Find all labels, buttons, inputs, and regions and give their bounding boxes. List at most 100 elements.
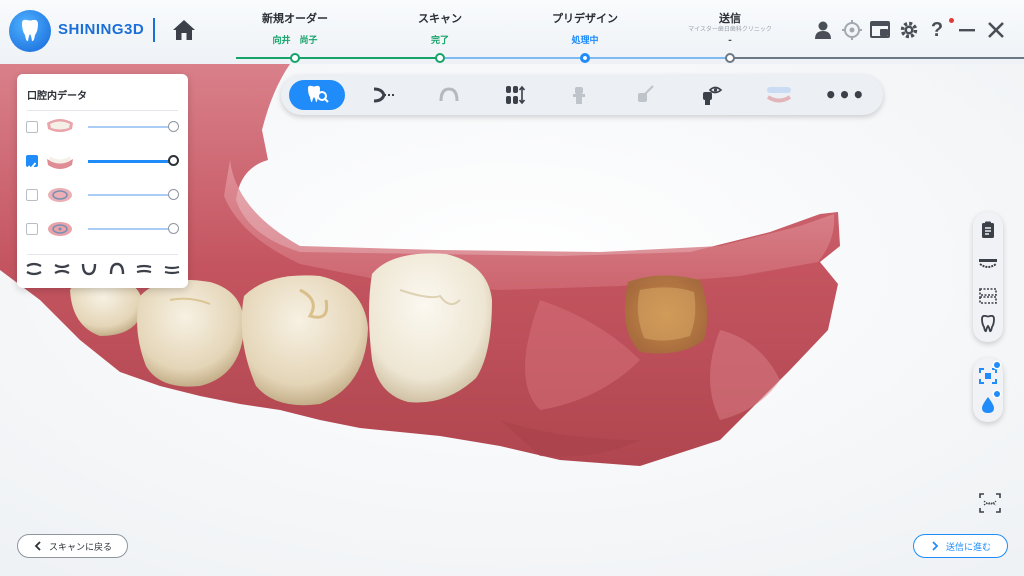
screen-fit-button[interactable] xyxy=(977,490,1003,516)
back-to-scan-button[interactable]: スキャンに戻る xyxy=(17,534,128,558)
layer-checkbox[interactable] xyxy=(26,189,38,201)
logo-divider xyxy=(153,18,155,42)
jaw-view-button[interactable] xyxy=(976,252,1000,276)
layer-row-lower-jaw xyxy=(17,147,188,177)
panel-title: 口腔内データ xyxy=(27,91,87,102)
margin-line-tool-button[interactable] xyxy=(355,80,411,110)
jaw-view-icon xyxy=(979,259,997,268)
logo-tooth-icon xyxy=(9,10,51,52)
auto-align-icon xyxy=(979,368,997,384)
intraoral-data-panel: 口腔内データ xyxy=(17,74,188,288)
right-tool-panel xyxy=(973,212,1003,342)
progress-line-current xyxy=(440,57,585,59)
left-view-icon[interactable] xyxy=(135,262,153,276)
model-tool-button[interactable] xyxy=(751,80,807,110)
step-dot-predesign xyxy=(580,53,590,63)
target-button[interactable] xyxy=(840,18,864,42)
minimize-button[interactable] xyxy=(955,18,979,42)
step-new-order[interactable]: 新規オーダー 向井 尚子 xyxy=(230,12,360,47)
bite-view-icon[interactable] xyxy=(53,262,71,276)
tooth-align-tool-button[interactable] xyxy=(487,80,543,110)
next-label: 送信に進む xyxy=(945,542,991,553)
step-title: プリデザイン xyxy=(552,12,618,25)
implant-icon xyxy=(573,87,585,104)
step-scan[interactable]: スキャン 完了 xyxy=(375,12,505,47)
step-dot-scan xyxy=(435,53,445,63)
order-info-button[interactable] xyxy=(976,218,1000,242)
home-icon xyxy=(173,20,195,40)
step-title: 送信 xyxy=(719,12,741,25)
lower-view-icon[interactable] xyxy=(80,262,98,276)
help-button[interactable]: ? xyxy=(925,18,954,42)
close-button[interactable] xyxy=(984,18,1008,42)
help-icon: ? xyxy=(930,18,944,41)
user-button[interactable] xyxy=(811,18,835,42)
tooth-button[interactable] xyxy=(976,312,1000,336)
gear-icon xyxy=(900,21,918,39)
right-auto-panel xyxy=(973,358,1003,422)
lower-jaw-thumbnail-icon xyxy=(47,156,73,169)
step-clinic-name: マイスター歯日歯科クリニック xyxy=(688,26,772,33)
progress-line-done xyxy=(236,57,440,59)
brush-tool-button[interactable] xyxy=(617,80,673,110)
water-drop-icon xyxy=(982,397,994,413)
go-to-send-button[interactable]: 送信に進む xyxy=(913,534,1008,558)
jaw-compare-button[interactable] xyxy=(976,284,1000,308)
layer-row-lower-prep xyxy=(17,215,188,245)
step-title: 新規オーダー xyxy=(262,12,328,25)
step-status: 処理中 xyxy=(571,36,599,46)
upper-jaw-thumbnail-icon xyxy=(47,119,73,132)
step-dot-new-order xyxy=(290,53,300,63)
opacity-slider-track[interactable] xyxy=(88,160,174,163)
opacity-slider-track[interactable] xyxy=(88,194,174,196)
margin-line-icon xyxy=(373,87,394,103)
step-dot-send xyxy=(725,53,735,63)
front-view-icon[interactable] xyxy=(25,262,43,276)
progress-line-tail xyxy=(730,57,1024,59)
layer-row-upper-jaw xyxy=(17,113,188,143)
opacity-slider-track[interactable] xyxy=(88,126,174,128)
implant-tool-button[interactable] xyxy=(551,80,607,110)
clipboard-icon xyxy=(982,221,994,238)
panel-divider xyxy=(27,254,178,255)
tooth-align-icon xyxy=(506,85,526,105)
tooth-scan-icon xyxy=(308,85,329,103)
home-button[interactable] xyxy=(171,17,197,43)
back-label: スキャンに戻る xyxy=(48,542,112,553)
visibility-tool-button[interactable] xyxy=(683,80,739,110)
minimize-icon xyxy=(959,29,975,32)
right-view-icon[interactable] xyxy=(163,262,181,276)
layer-checkbox[interactable] xyxy=(26,155,38,170)
lower-prep-thumbnail-icon xyxy=(48,222,72,236)
user-icon xyxy=(815,21,831,39)
view-direction-row xyxy=(25,262,181,278)
opacity-slider-knob[interactable] xyxy=(168,223,179,234)
model-icon xyxy=(766,87,792,103)
upper-view-icon[interactable] xyxy=(108,262,126,276)
layer-row-upper-prep xyxy=(17,181,188,211)
checkmark-icon xyxy=(27,162,37,170)
screenshot-button[interactable] xyxy=(868,18,892,42)
panel-divider xyxy=(27,110,178,111)
more-icon: ••• xyxy=(824,83,866,107)
opacity-slider-knob[interactable] xyxy=(168,155,179,166)
step-predesign[interactable]: プリデザイン 処理中 xyxy=(520,12,650,47)
progress-line-pending xyxy=(585,57,730,59)
tooth-scan-tool-button[interactable] xyxy=(289,80,345,110)
more-tool-button[interactable]: ••• xyxy=(817,80,873,110)
layer-checkbox[interactable] xyxy=(26,223,38,235)
step-title: スキャン xyxy=(418,12,462,25)
step-send[interactable]: 送信 マイスター歯日歯科クリニック - xyxy=(665,12,795,47)
color-drop-button[interactable] xyxy=(976,391,1000,417)
notification-dot xyxy=(949,18,954,23)
opacity-slider-track[interactable] xyxy=(88,228,174,230)
arch-tool-button[interactable] xyxy=(421,80,477,110)
app-header: SHINING3D 新規オーダー 向井 尚子 スキャン 完了 プリデザイン 処理… xyxy=(0,0,1024,64)
step-status: 完了 xyxy=(430,36,449,46)
auto-align-button[interactable] xyxy=(976,362,1000,388)
step-patient-name: 向井 尚子 xyxy=(272,36,318,46)
settings-button[interactable] xyxy=(897,18,921,42)
opacity-slider-knob[interactable] xyxy=(168,189,179,200)
opacity-slider-knob[interactable] xyxy=(168,121,179,132)
layer-checkbox[interactable] xyxy=(26,121,38,133)
